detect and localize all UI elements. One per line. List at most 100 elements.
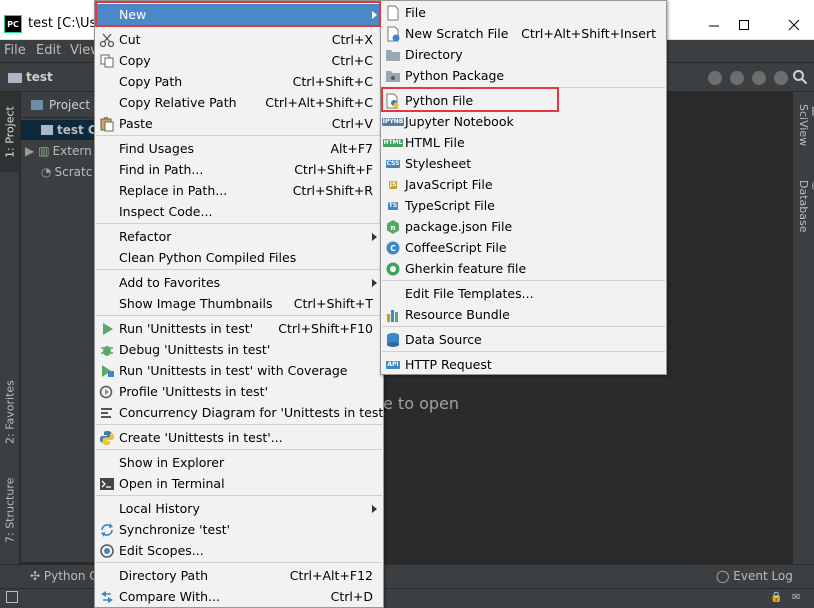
menu-item-concurrency-diagram-for-unittests-in-test[interactable]: Concurrency Diagram for 'Unittests in te… [95, 402, 387, 423]
menu-item-item-label: Clean Python Compiled Files [119, 250, 297, 265]
menu-item-directory-path[interactable]: Directory Path Ctrl+Alt+F12 [95, 565, 383, 586]
new-item-gherkin-feature-file[interactable]: Gherkin feature file [381, 258, 666, 279]
menu-edit[interactable]: Edit [36, 43, 61, 58]
new-item-jupyter-notebook[interactable]: IPYNB Jupyter Notebook [381, 111, 666, 132]
menu-item-add-to-favorites[interactable]: Add to Favorites [95, 272, 383, 293]
toggle-tool-windows-icon[interactable] [6, 591, 18, 603]
tab-favorites[interactable]: 2: Favorites [0, 372, 20, 452]
tree-item-scratches[interactable]: ◔ Scratc [21, 162, 96, 182]
new-item-html-file[interactable]: HTML HTML File [381, 132, 666, 153]
run-toolbar [708, 71, 788, 85]
menu-item-item-label: Show in Explorer [119, 455, 225, 470]
breadcrumb[interactable]: test [26, 70, 53, 84]
html-icon: HTML [382, 139, 404, 147]
tree-item-external-libraries[interactable]: ▶ ▥ Extern [21, 141, 96, 161]
expand-arrow-icon[interactable]: ▶ [25, 144, 34, 158]
menu-item-paste[interactable]: Paste Ctrl+V [95, 113, 383, 134]
menu-item-run-unittests-in-test[interactable]: Run 'Unittests in test' Ctrl+Shift+F10 [95, 318, 383, 339]
menu-item-item-label: Directory Path [119, 568, 209, 583]
notifications-icon[interactable]: ✉ [792, 592, 800, 603]
new-item-resource-bundle[interactable]: Resource Bundle [381, 304, 666, 325]
tab-structure[interactable]: 7: Structure [0, 470, 20, 550]
tab-database[interactable]: ⛁ Database [797, 180, 814, 233]
blank-icon-slot [99, 74, 115, 90]
blank-icon-slot [99, 204, 115, 220]
menu-file[interactable]: File [4, 43, 26, 58]
blank-icon-slot [99, 95, 115, 111]
close-icon [788, 19, 800, 31]
menu-item-copy-path[interactable]: Copy Path Ctrl+Shift+C [95, 71, 383, 92]
menu-item-item-label: Run 'Unittests in test' [119, 321, 254, 336]
menu-item-profile-unittests-in-test[interactable]: Profile 'Unittests in test' [95, 381, 383, 402]
scopes-icon [99, 543, 115, 559]
pycharm-logo-icon: PC [4, 15, 22, 33]
menu-item-item-label: Add to Favorites [119, 275, 221, 290]
blank-icon-slot [99, 250, 115, 266]
http-icon: API [386, 361, 400, 369]
menu-item-debug-unittests-in-test[interactable]: Debug 'Unittests in test' [95, 339, 383, 360]
menu-item-clean-python-compiled-files[interactable]: Clean Python Compiled Files [95, 247, 383, 268]
menu-item-inspect-code[interactable]: Inspect Code... [95, 201, 383, 222]
menu-item-item-label: Show Image Thumbnails [119, 296, 273, 311]
menu-item-copy-relative-path[interactable]: Copy Relative Path Ctrl+Alt+Shift+C [95, 92, 383, 113]
svg-text:C: C [390, 244, 396, 253]
new-item-python-package[interactable]: Python Package [381, 65, 666, 86]
new-item-stylesheet[interactable]: CSS Stylesheet [381, 153, 666, 174]
new-item-directory[interactable]: Directory [381, 44, 666, 65]
new-item-package-json-file[interactable]: n package.json File [381, 216, 666, 237]
new-item-file[interactable]: File [381, 2, 666, 23]
new-item-item-label: TypeScript File [405, 198, 495, 213]
menu-item-open-in-terminal[interactable]: Open in Terminal [95, 473, 383, 494]
menu-item-shortcut: Ctrl+Shift+F10 [278, 321, 373, 336]
run-coverage-icon[interactable] [708, 71, 722, 85]
stop-icon[interactable] [774, 71, 788, 85]
concurrency-tool-icon[interactable] [752, 71, 766, 85]
menu-item-replace-in-path[interactable]: Replace in Path... Ctrl+Shift+R [95, 180, 383, 201]
coffee-icon: C [385, 240, 401, 256]
menu-item-compare-with[interactable]: Compare With... Ctrl+D [95, 586, 383, 607]
menu-item-show-in-explorer[interactable]: Show in Explorer [95, 452, 383, 473]
new-item-coffeescript-file[interactable]: C CoffeeScript File [381, 237, 666, 258]
menu-item-copy[interactable]: Copy Ctrl+C [95, 50, 383, 71]
scratches-icon: ◔ [41, 165, 52, 179]
menu-item-refactor[interactable]: Refactor [95, 226, 383, 247]
menu-item-create-unittests-in-test[interactable]: Create 'Unittests in test'... [95, 427, 383, 448]
tree-item-test[interactable]: test C [21, 120, 96, 140]
new-item-data-source[interactable]: Data Source [381, 329, 666, 350]
blank-icon-slot [99, 296, 115, 312]
menu-item-edit-scopes[interactable]: Edit Scopes... [95, 540, 383, 561]
menu-item-cut[interactable]: Cut Ctrl+X [95, 29, 383, 50]
blank-icon-slot [385, 286, 401, 302]
maximize-button[interactable] [724, 10, 764, 40]
tab-python-console[interactable]: ✣ Python C [30, 569, 98, 583]
event-log-icon: ◯ [716, 569, 730, 583]
new-item-item-label: Resource Bundle [405, 307, 510, 322]
search-icon[interactable] [792, 69, 808, 85]
menu-item-shortcut: Ctrl+Alt+Shift+C [265, 95, 373, 110]
menu-item-item-label: Replace in Path... [119, 183, 228, 198]
concurrency-icon [99, 405, 115, 421]
tab-event-log[interactable]: ◯ Event Log [716, 569, 793, 583]
new-item-item-label: Stylesheet [405, 156, 472, 171]
menu-item-item-label: Compare With... [119, 589, 220, 604]
new-item-edit-file-templates[interactable]: Edit File Templates... [381, 283, 666, 304]
new-item-typescript-file[interactable]: TS TypeScript File [381, 195, 666, 216]
lock-icon[interactable]: 🔒 [770, 592, 782, 603]
paste-icon [99, 116, 115, 132]
tab-project[interactable]: 1: Project [0, 92, 20, 172]
menu-item-synchronize-test[interactable]: Synchronize 'test' [95, 519, 383, 540]
tab-sciview[interactable]: ▦ SciView [797, 104, 814, 146]
menu-item-run-unittests-in-test-with-coverage[interactable]: Run 'Unittests in test' with Coverage [95, 360, 383, 381]
menu-item-item-label: Copy Relative Path [119, 95, 237, 110]
menu-item-find-usages[interactable]: Find Usages Alt+F7 [95, 138, 383, 159]
profile-tool-icon[interactable] [730, 71, 744, 85]
menu-separator [96, 424, 382, 425]
menu-item-local-history[interactable]: Local History [95, 498, 383, 519]
new-item-new-scratch-file[interactable]: New Scratch File Ctrl+Alt+Shift+Insert [381, 23, 666, 44]
context-menu: New Cut Ctrl+X Copy Ctrl+C Copy Path Ctrl+Shif… [94, 0, 387, 608]
close-button[interactable] [774, 10, 814, 40]
menu-item-show-image-thumbnails[interactable]: Show Image Thumbnails Ctrl+Shift+T [95, 293, 383, 314]
new-item-javascript-file[interactable]: JS JavaScript File [381, 174, 666, 195]
new-item-http-request[interactable]: API HTTP Request [381, 354, 666, 375]
menu-item-find-in-path[interactable]: Find in Path... Ctrl+Shift+F [95, 159, 383, 180]
